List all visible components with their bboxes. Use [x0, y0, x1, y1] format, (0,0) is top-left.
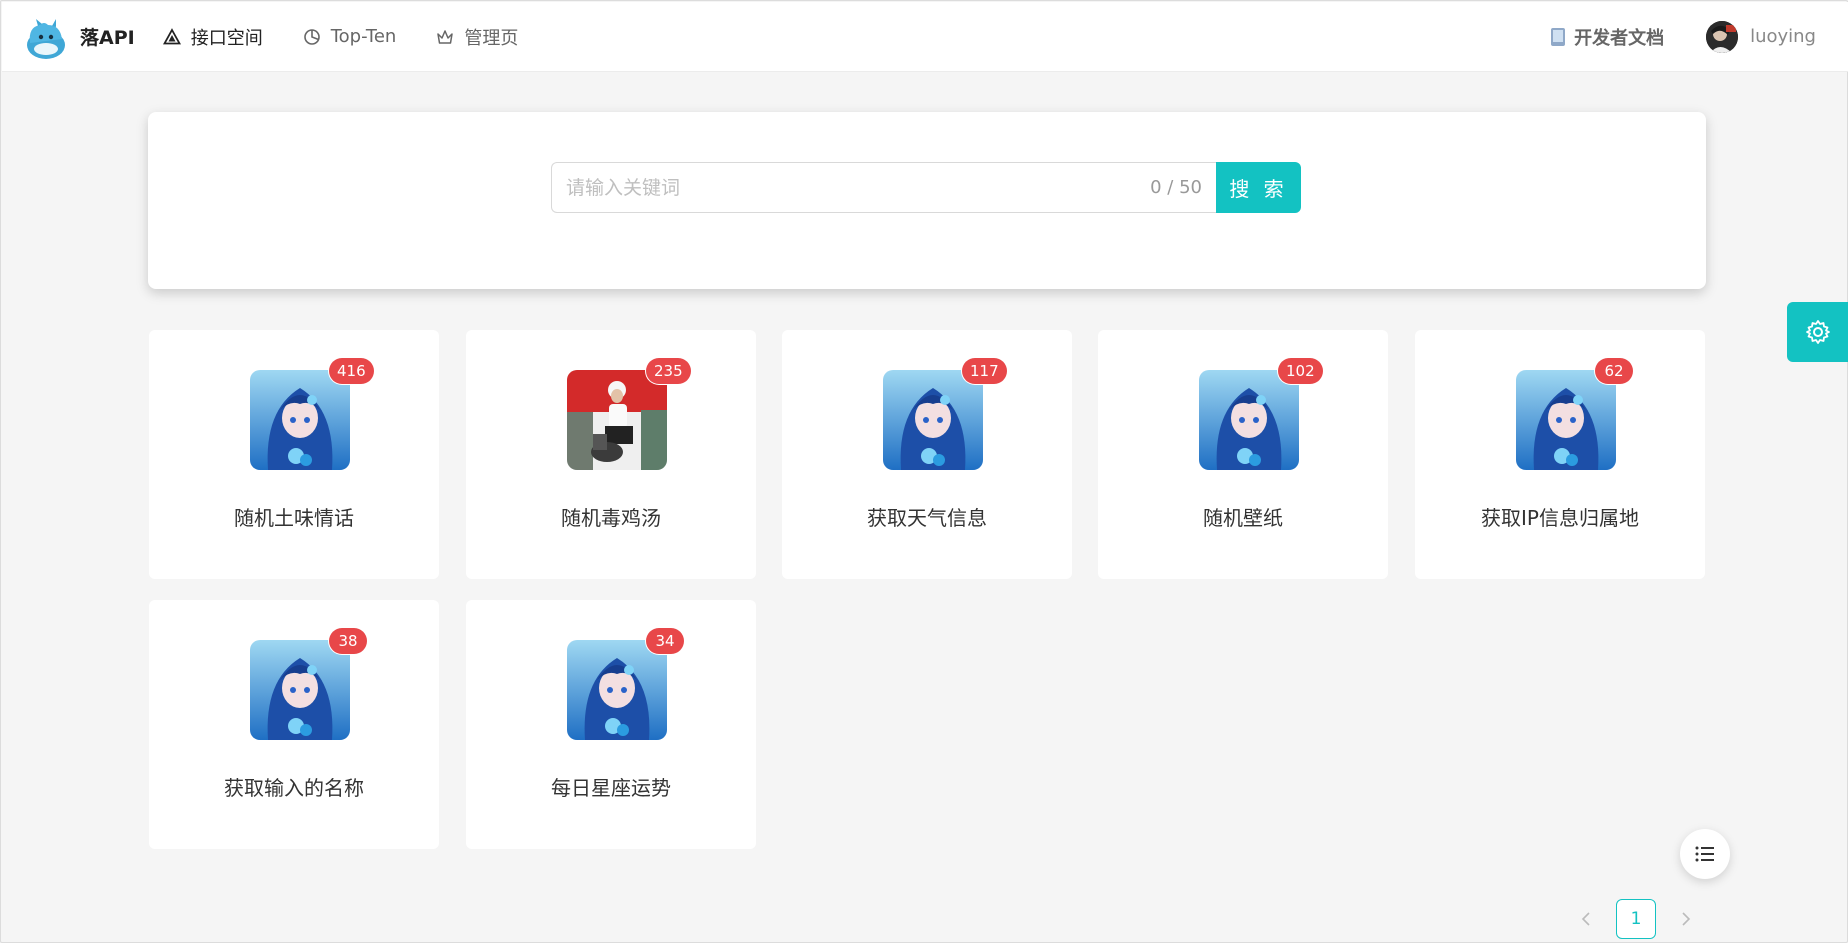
search-input-wrapper: 0 / 50	[551, 162, 1216, 213]
pagination: 1	[1566, 899, 1706, 939]
developer-docs-link[interactable]: 开发者文档	[1550, 24, 1664, 50]
logo[interactable]: 落API	[24, 15, 135, 59]
api-name: 获取输入的名称	[224, 776, 364, 800]
search-button[interactable]: 搜 索	[1216, 162, 1301, 213]
chevron-right-icon	[1682, 912, 1691, 926]
settings-drawer-button[interactable]	[1787, 302, 1848, 362]
api-thumbnail	[250, 370, 350, 470]
search-box: 0 / 50 搜 索	[551, 162, 1301, 213]
call-count-badge: 235	[646, 358, 691, 384]
nav-item-admin[interactable]: 管理页	[436, 24, 518, 50]
api-card[interactable]: 62 获取IP信息归属地	[1415, 330, 1705, 579]
api-thumbnail	[1199, 370, 1299, 470]
api-name: 随机土味情话	[234, 506, 354, 530]
api-name: 每日星座运势	[551, 776, 671, 800]
api-thumbnail	[567, 640, 667, 740]
docs-label: 开发者文档	[1574, 27, 1665, 49]
api-name: 获取IP信息归属地	[1481, 506, 1639, 530]
float-menu-button[interactable]	[1680, 829, 1730, 879]
logo-image	[27, 18, 65, 59]
api-card[interactable]: 102 随机壁纸	[1098, 330, 1388, 579]
api-thumbnail	[567, 370, 667, 470]
gear-icon	[1806, 320, 1830, 344]
api-name: 随机壁纸	[1203, 506, 1283, 530]
triangle-icon	[162, 27, 181, 44]
nav-label: Top-Ten	[330, 26, 397, 47]
prev-page-button[interactable]	[1566, 899, 1606, 939]
api-card[interactable]: 117 获取天气信息	[782, 330, 1072, 579]
nav-label: 管理页	[464, 27, 519, 49]
nav-item-api-space[interactable]: 接口空间	[162, 24, 263, 50]
main-nav: 接口空间 Top-Ten 管理页	[162, 24, 559, 50]
page-number[interactable]: 1	[1616, 899, 1656, 939]
api-card[interactable]: 38 获取输入的名称	[149, 600, 439, 849]
call-count-badge: 38	[329, 628, 367, 654]
api-card[interactable]: 235 随机毒鸡汤	[466, 330, 756, 579]
book-icon	[1551, 27, 1566, 46]
header-right: 开发者文档 luoying	[1550, 20, 1816, 53]
avatar	[1706, 20, 1739, 53]
api-thumbnail	[1516, 370, 1616, 470]
api-thumbnail	[250, 640, 350, 740]
next-page-button[interactable]	[1666, 899, 1706, 939]
brand-name: 落API	[80, 27, 135, 49]
crown-icon	[437, 29, 454, 44]
call-count-badge: 62	[1595, 358, 1633, 384]
api-thumbnail	[883, 370, 983, 470]
api-name: 获取天气信息	[867, 506, 987, 530]
search-input[interactable]	[566, 176, 1151, 199]
top-header: 落API 接口空间 Top-Ten 管理页 开发者文档 luoying	[2, 2, 1848, 72]
chevron-left-icon	[1581, 912, 1590, 926]
user-menu[interactable]: luoying	[1706, 20, 1816, 53]
username: luoying	[1750, 26, 1816, 47]
call-count-badge: 117	[962, 358, 1007, 384]
list-icon	[1695, 846, 1714, 862]
search-char-count: 0 / 50	[1150, 177, 1202, 198]
api-card[interactable]: 416 随机土味情话	[149, 330, 439, 579]
search-card: 0 / 50 搜 索	[148, 112, 1706, 289]
call-count-badge: 416	[329, 358, 374, 384]
call-count-badge: 34	[646, 628, 684, 654]
pie-chart-icon	[303, 28, 320, 45]
api-card[interactable]: 34 每日星座运势	[466, 600, 756, 849]
api-name: 随机毒鸡汤	[561, 506, 661, 530]
app-frame: 落API 接口空间 Top-Ten 管理页 开发者文档 luoying 请输入关…	[0, 0, 1848, 943]
nav-item-top-ten[interactable]: Top-Ten	[303, 26, 397, 47]
call-count-badge: 102	[1278, 358, 1323, 384]
nav-label: 接口空间	[190, 27, 263, 49]
